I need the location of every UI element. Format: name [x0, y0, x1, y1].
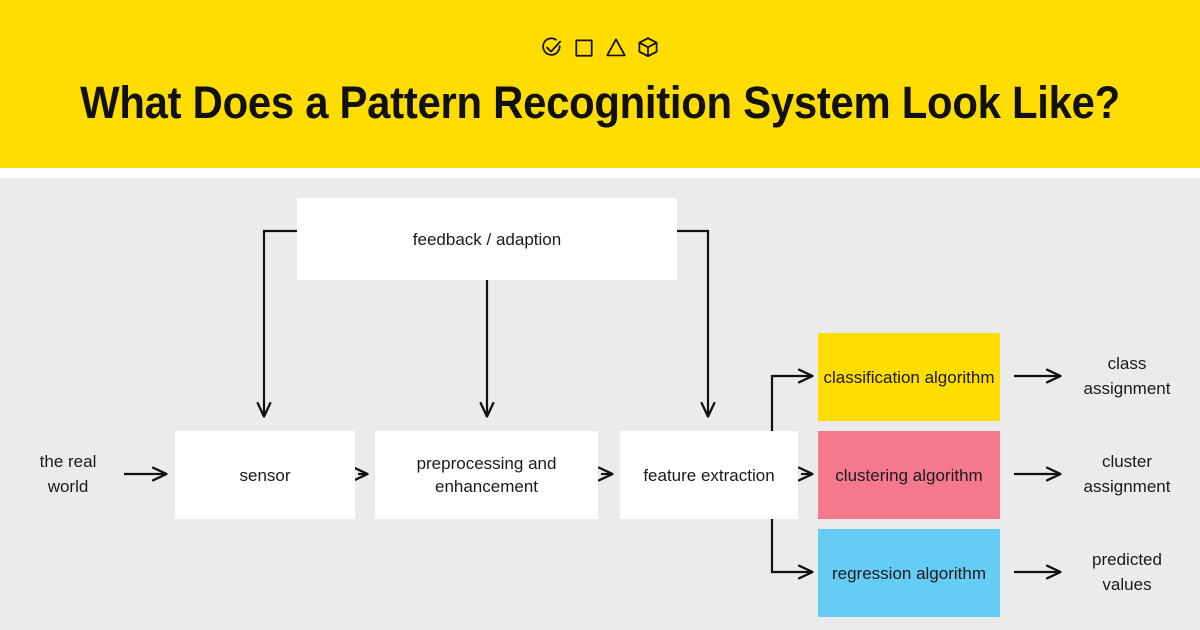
diagram-canvas: feedback / adaption the real world senso…: [0, 178, 1200, 630]
page-title: What Does a Pattern Recognition System L…: [80, 77, 1120, 128]
preprocessing-label: preprocessing and enhancement: [416, 454, 557, 496]
class-assignment-label: class assignment: [1083, 354, 1171, 398]
feature-extraction-node[interactable]: feature extraction: [620, 431, 798, 519]
icon-row: [0, 32, 1200, 62]
triangle-icon: [605, 36, 627, 58]
infographic-page: What Does a Pattern Recognition System L…: [0, 0, 1200, 630]
preprocessing-node[interactable]: preprocessing and enhancement: [375, 431, 598, 519]
feedback-adaption-label: feedback / adaption: [412, 229, 562, 249]
cluster-assignment-label: cluster assignment: [1083, 452, 1171, 496]
regression-algorithm-label: regression algorithm: [831, 563, 986, 583]
feature-extraction-label: feature extraction: [643, 465, 775, 485]
regression-algorithm-node[interactable]: regression algorithm: [818, 529, 1000, 617]
the-real-world-label: the real world: [39, 452, 97, 496]
clustering-algorithm-node[interactable]: clustering algorithm: [818, 431, 1000, 519]
sensor-node[interactable]: sensor: [175, 431, 355, 519]
square-icon: [573, 36, 595, 58]
sensor-label: sensor: [239, 465, 291, 485]
feedback-adaption-node[interactable]: feedback / adaption: [297, 198, 677, 280]
predicted-values-label: predicted values: [1092, 550, 1162, 594]
clustering-algorithm-label: clustering algorithm: [835, 465, 983, 485]
header-banner: What Does a Pattern Recognition System L…: [0, 0, 1200, 168]
classification-algorithm-node[interactable]: classification algorithm: [818, 333, 1000, 421]
cube-icon: [637, 36, 659, 58]
check-circle-icon: [541, 36, 563, 58]
classification-algorithm-label: classification algorithm: [823, 367, 995, 387]
